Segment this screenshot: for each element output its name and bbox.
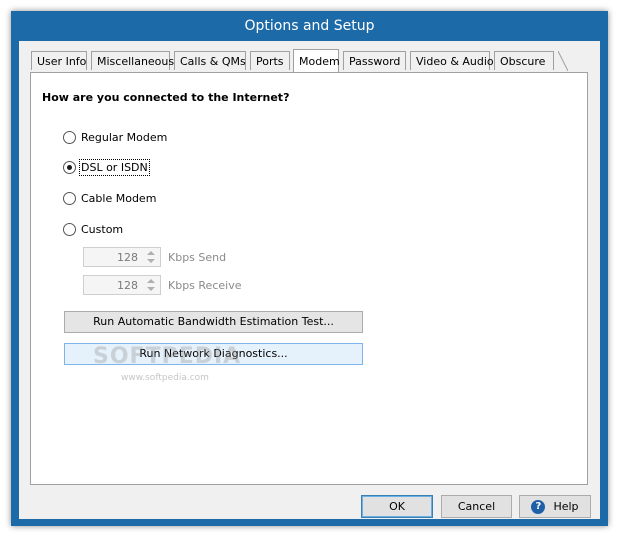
connection-question: How are you connected to the Internet?	[42, 91, 290, 104]
spin-up-icon	[147, 251, 155, 255]
help-button[interactable]: ? Help	[519, 495, 591, 518]
help-icon: ?	[531, 500, 546, 514]
tab-ports[interactable]: Ports	[250, 51, 290, 70]
kbps-send-label: Kbps Send	[168, 251, 227, 264]
radio-dsl-isdn[interactable]: DSL or ISDN	[63, 158, 150, 176]
tab-miscellaneous[interactable]: Miscellaneous	[91, 51, 174, 70]
tab-user-info[interactable]: User Info	[31, 51, 87, 70]
kbps-receive-label: Kbps Receive	[168, 279, 242, 292]
ok-button[interactable]: OK	[361, 495, 433, 518]
help-label: Help	[553, 500, 579, 513]
tab-strip-slant	[558, 51, 568, 71]
radio-circle[interactable]	[63, 191, 76, 205]
softpedia-watermark: SOFTPEDIA	[93, 344, 242, 369]
spin-down-icon	[147, 287, 155, 291]
kbps-receive-spinner: 128	[83, 275, 161, 295]
tab-modem[interactable]: Modem	[293, 49, 340, 72]
tab-password[interactable]: Password	[343, 51, 406, 70]
radio-circle-selected[interactable]	[63, 160, 76, 174]
modem-panel: How are you connected to the Internet? R…	[30, 72, 588, 485]
kbps-send-value: 128	[117, 251, 138, 264]
tab-video-audio[interactable]: Video & Audio	[410, 51, 494, 70]
radio-regular-modem[interactable]: Regular Modem	[63, 129, 167, 145]
radio-label: DSL or ISDN	[79, 158, 150, 176]
spin-up-icon	[147, 279, 155, 283]
radio-circle[interactable]	[63, 222, 76, 236]
radio-label: Regular Modem	[81, 130, 168, 144]
kbps-receive-value: 128	[117, 279, 138, 292]
dialog-button-bar: OK Cancel ? Help	[19, 487, 600, 519]
tab-obscure[interactable]: Obscure	[494, 51, 554, 70]
radio-label: Cable Modem	[81, 191, 157, 205]
cancel-button[interactable]: Cancel	[441, 495, 512, 518]
spinner-arrows	[144, 277, 158, 293]
radio-label: Custom	[81, 222, 124, 236]
tab-calls-qms[interactable]: Calls & QMs	[174, 51, 246, 70]
radio-cable-modem[interactable]: Cable Modem	[63, 190, 156, 206]
softpedia-watermark-url: www.softpedia.com	[121, 373, 209, 383]
bandwidth-test-button[interactable]: Run Automatic Bandwidth Estimation Test.…	[64, 311, 363, 333]
title-bar[interactable]: Options and Setup	[11, 11, 608, 41]
kbps-send-spinner: 128	[83, 247, 161, 267]
window-title: Options and Setup	[244, 18, 375, 34]
dialog-body: User Info Miscellaneous Calls & QMs Port…	[19, 41, 600, 519]
radio-circle[interactable]	[63, 130, 76, 144]
spin-down-icon	[147, 259, 155, 263]
spinner-arrows	[144, 249, 158, 265]
options-dialog: Options and Setup User Info Miscellaneou…	[11, 11, 608, 526]
radio-custom[interactable]: Custom	[63, 221, 123, 237]
